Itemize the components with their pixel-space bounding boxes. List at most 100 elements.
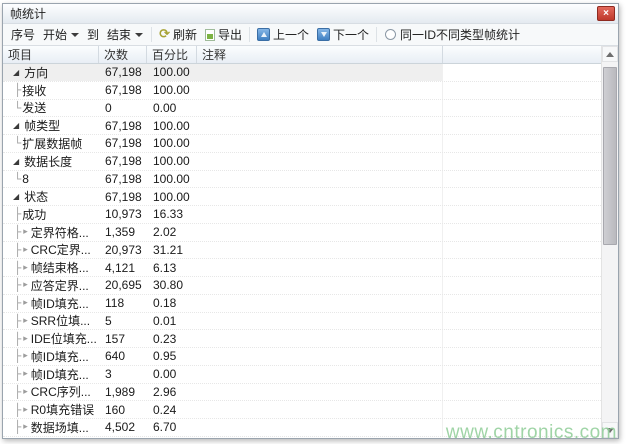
tree-branch-icon: ├ — [14, 243, 21, 257]
table-row[interactable]: ├▸IDE位填充...1570.23 — [3, 330, 601, 348]
chevron-down-icon — [71, 33, 79, 37]
row-count: 67,198 — [99, 188, 147, 205]
row-item-cell: ├▸帧ID填充... — [3, 348, 99, 365]
scroll-up-icon — [606, 52, 614, 57]
row-count: 3 — [99, 366, 147, 383]
vertical-scrollbar[interactable] — [601, 46, 618, 438]
table-row[interactable]: ├▸帧结束格...4,1216.13 — [3, 259, 601, 277]
table-row[interactable]: ├▸CRC定界...20,97331.21 — [3, 242, 601, 260]
row-label: 数据场填... — [31, 419, 89, 436]
next-button[interactable]: 下一个 — [313, 25, 373, 44]
row-filler — [443, 64, 601, 81]
arrow-down-icon — [317, 28, 330, 41]
row-label: R0填充错误 — [31, 401, 94, 418]
row-comment — [197, 384, 443, 401]
expander-collapsed-icon[interactable]: ▸ — [23, 405, 28, 415]
tree-branch-icon: ├ — [14, 207, 21, 221]
row-filler — [443, 384, 601, 401]
expander-expanded-icon[interactable]: ◢ — [13, 121, 19, 130]
row-count: 67,198 — [99, 135, 147, 152]
row-item-cell: ├▸应答定界... — [3, 277, 99, 294]
table-body: ◢方向67,198100.00├接收67,198100.00└发送00.00◢帧… — [3, 64, 601, 438]
export-button-label: 导出 — [218, 26, 242, 43]
row-count: 67,198 — [99, 171, 147, 188]
table-row[interactable]: ├▸R0填充错误1600.24 — [3, 401, 601, 419]
table-row[interactable]: ├▸帧ID填充...30.00 — [3, 366, 601, 384]
row-count: 67,198 — [99, 117, 147, 134]
end-dropdown[interactable]: 结束 — [102, 25, 148, 44]
expander-collapsed-icon[interactable]: ▸ — [23, 334, 28, 344]
start-dropdown[interactable]: 开始 — [38, 25, 84, 44]
tree-branch-icon: ├ — [14, 403, 21, 417]
row-percent: 0.01 — [147, 313, 197, 330]
same-id-radio[interactable] — [385, 29, 396, 40]
table-row[interactable]: ├▸数据场填...4,5026.70 — [3, 419, 601, 437]
row-filler — [443, 135, 601, 152]
tree-branch-icon: └ — [14, 101, 21, 115]
statistics-table: 项目 次数 百分比 注释 ◢方向67,198100.00├接收67,198100… — [3, 46, 618, 438]
table-row[interactable]: ├▸帧ID填充...6400.95 — [3, 348, 601, 366]
expander-collapsed-icon[interactable]: ▸ — [23, 227, 28, 237]
table-row[interactable]: └867,198100.00 — [3, 171, 601, 189]
row-count: 5 — [99, 313, 147, 330]
row-percent: 100.00 — [147, 135, 197, 152]
column-header-percent[interactable]: 百分比 — [147, 46, 197, 63]
row-count: 10,973 — [99, 206, 147, 223]
table-row[interactable]: ◢状态67,198100.00 — [3, 188, 601, 206]
row-item-cell: ├▸CRC定界... — [3, 242, 99, 259]
expander-collapsed-icon[interactable]: ▸ — [23, 422, 28, 432]
table-row[interactable]: ├▸CRC序列...1,9892.96 — [3, 384, 601, 402]
toolbar: 序号 开始 到 结束 ⟳ 刷新 导出 上一个 下一个 同一ID不同类型 — [3, 24, 618, 46]
row-comment — [197, 277, 443, 294]
frame-statistics-window: 帧统计 × 序号 开始 到 结束 ⟳ 刷新 导出 上一个 — [2, 3, 619, 439]
table-row[interactable]: └扩展数据帧67,198100.00 — [3, 135, 601, 153]
expander-collapsed-icon[interactable]: ▸ — [23, 263, 28, 273]
close-button[interactable]: × — [597, 6, 615, 21]
expander-expanded-icon[interactable]: ◢ — [13, 192, 19, 201]
row-percent: 6.70 — [147, 419, 197, 436]
table-row[interactable]: ├▸SRR位填...50.01 — [3, 313, 601, 331]
row-comment — [197, 401, 443, 418]
export-button[interactable]: 导出 — [201, 25, 246, 44]
table-row[interactable]: ├▸帧ID填充...1180.18 — [3, 295, 601, 313]
row-count: 1,989 — [99, 384, 147, 401]
refresh-button[interactable]: ⟳ 刷新 — [155, 25, 201, 44]
expander-collapsed-icon[interactable]: ▸ — [23, 316, 28, 326]
expander-collapsed-icon[interactable]: ▸ — [23, 369, 28, 379]
expander-expanded-icon[interactable]: ◢ — [13, 68, 19, 77]
expander-collapsed-icon[interactable]: ▸ — [23, 387, 28, 397]
row-count: 20,695 — [99, 277, 147, 294]
row-count: 67,198 — [99, 64, 147, 81]
column-header-count[interactable]: 次数 — [99, 46, 147, 63]
table-row[interactable]: ◢方向67,198100.00 — [3, 64, 601, 82]
table-row[interactable]: ◢数据长度67,198100.00 — [3, 153, 601, 171]
expander-collapsed-icon[interactable]: ▸ — [23, 280, 28, 290]
expander-collapsed-icon[interactable]: ▸ — [23, 298, 28, 308]
row-percent: 0.18 — [147, 295, 197, 312]
table-row[interactable]: └发送00.00 — [3, 100, 601, 118]
column-header-comment[interactable]: 注释 — [197, 46, 443, 63]
refresh-icon: ⟳ — [159, 29, 170, 41]
row-comment — [197, 171, 443, 188]
scroll-down-button[interactable] — [602, 422, 618, 438]
row-comment — [197, 259, 443, 276]
expander-collapsed-icon[interactable]: ▸ — [23, 245, 28, 255]
row-label: 成功 — [22, 206, 46, 223]
row-percent: 100.00 — [147, 64, 197, 81]
expander-collapsed-icon[interactable]: ▸ — [23, 351, 28, 361]
previous-button[interactable]: 上一个 — [253, 25, 313, 44]
row-filler — [443, 82, 601, 99]
row-filler — [443, 366, 601, 383]
table-row[interactable]: ├接收67,198100.00 — [3, 82, 601, 100]
table-row[interactable]: ├▸应答定界...20,69530.80 — [3, 277, 601, 295]
scroll-up-button[interactable] — [602, 46, 618, 62]
column-header-item[interactable]: 项目 — [3, 46, 99, 63]
table-row[interactable]: ├成功10,97316.33 — [3, 206, 601, 224]
scrollbar-thumb[interactable] — [603, 67, 617, 245]
table-row[interactable]: ├▸定界符格...1,3592.02 — [3, 224, 601, 242]
expander-expanded-icon[interactable]: ◢ — [13, 157, 19, 166]
table-row[interactable]: ◢帧类型67,198100.00 — [3, 117, 601, 135]
scrollbar-track[interactable] — [602, 62, 618, 422]
row-percent: 0.24 — [147, 401, 197, 418]
row-label: 帧结束格... — [31, 259, 89, 276]
